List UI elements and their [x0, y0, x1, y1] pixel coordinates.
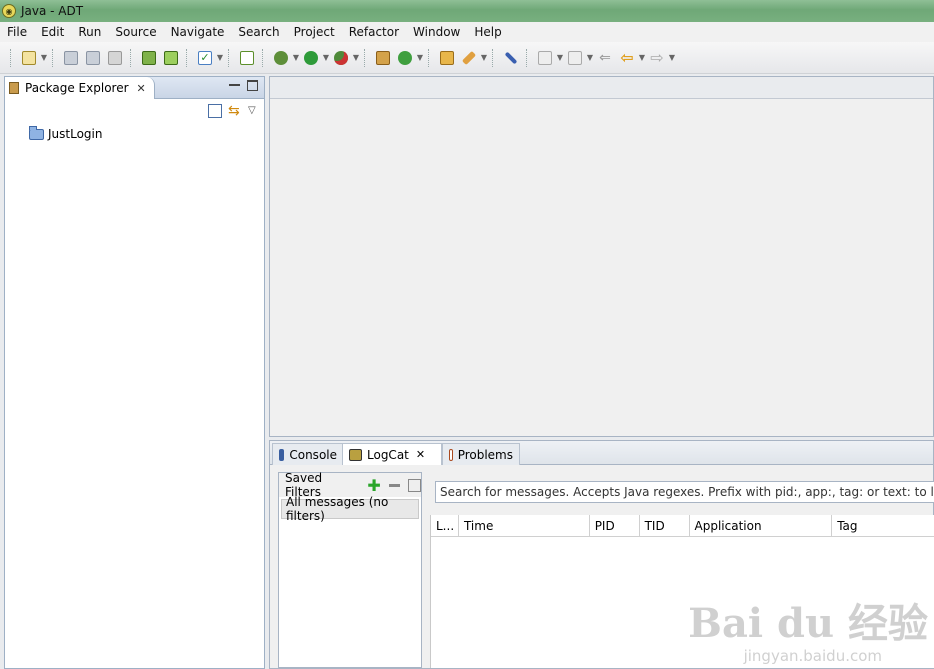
title-bar: ◉ Java - ADT	[0, 0, 934, 22]
logcat-search-input[interactable]: Search for messages. Accepts Java regexe…	[435, 481, 934, 503]
menu-source[interactable]: Source	[108, 22, 163, 42]
run-icon[interactable]	[301, 48, 321, 68]
menu-navigate[interactable]: Navigate	[164, 22, 232, 42]
menu-search[interactable]: Search	[231, 22, 286, 42]
run-dropdown-icon[interactable]: ▼	[322, 48, 330, 68]
next-annotation-icon[interactable]	[535, 48, 555, 68]
menu-edit[interactable]: Edit	[34, 22, 71, 42]
previous-annotation-dropdown-icon[interactable]: ▼	[586, 48, 594, 68]
column-tag[interactable]: Tag	[832, 515, 934, 536]
close-icon[interactable]: ✕	[137, 82, 146, 95]
new-class-dropdown-icon[interactable]: ▼	[416, 48, 424, 68]
column-pid[interactable]: PID	[590, 515, 640, 536]
eclipse-app-icon: ◉	[2, 4, 16, 18]
package-explorer-panel: Package Explorer ✕ ⇆ ▽ JustLogin	[4, 76, 265, 669]
android-avd-manager-icon[interactable]	[161, 48, 181, 68]
forward-icon[interactable]: ⇨	[647, 48, 667, 68]
bottom-tabbar: Console LogCat ✕ Problems	[270, 441, 933, 465]
tab-problems[interactable]: Problems	[442, 443, 520, 465]
editor-area[interactable]	[269, 76, 934, 437]
editor-tabbar	[270, 77, 933, 99]
minimize-icon[interactable]	[229, 80, 240, 86]
menu-bar: File Edit Run Source Navigate Search Pro…	[0, 22, 934, 42]
column-tid[interactable]: TID	[640, 515, 690, 536]
android-sdk-manager-icon[interactable]	[139, 48, 159, 68]
toolbar-grip[interactable]	[10, 48, 14, 67]
new-dropdown-icon[interactable]: ▼	[40, 48, 48, 68]
package-explorer-toolbar: ⇆ ▽	[5, 99, 264, 125]
close-icon[interactable]: ✕	[416, 448, 425, 461]
previous-annotation-icon[interactable]	[565, 48, 585, 68]
search-dropdown-icon[interactable]: ▼	[480, 48, 488, 68]
package-explorer-icon	[9, 82, 19, 94]
open-type-icon[interactable]	[437, 48, 457, 68]
link-with-editor-icon[interactable]: ⇆	[228, 104, 242, 118]
new-java-class-icon[interactable]	[395, 48, 415, 68]
menu-file[interactable]: File	[0, 22, 34, 42]
tab-console[interactable]: Console	[272, 443, 344, 465]
logcat-tab-label: LogCat	[367, 447, 409, 462]
add-filter-icon[interactable]: ✚	[367, 476, 380, 495]
save-icon[interactable]	[61, 48, 81, 68]
menu-project[interactable]: Project	[287, 22, 342, 42]
filter-item-label: All messages (no filters)	[286, 495, 389, 523]
forward-dropdown-icon[interactable]: ▼	[668, 48, 676, 68]
new-wizard-icon[interactable]	[19, 48, 39, 68]
baidu-watermark: Bai du 经验	[688, 600, 928, 647]
new-java-package-icon[interactable]	[373, 48, 393, 68]
back-icon[interactable]: ⇦	[617, 48, 637, 68]
external-tools-icon[interactable]	[331, 48, 351, 68]
console-tab-label: Console	[289, 447, 337, 462]
tree-item-project[interactable]: JustLogin	[29, 125, 103, 141]
baidu-watermark-url: jingyan.baidu.com	[743, 647, 882, 665]
problems-tab-label: Problems	[457, 447, 513, 462]
menu-help[interactable]: Help	[467, 22, 508, 42]
maximize-icon[interactable]	[247, 80, 258, 91]
lint-dropdown-icon[interactable]: ▼	[216, 48, 224, 68]
remove-filter-icon[interactable]	[388, 483, 401, 487]
problems-icon	[449, 448, 453, 461]
debug-icon[interactable]	[271, 48, 291, 68]
project-folder-icon	[29, 125, 44, 140]
saved-filters-panel: Saved Filters ✚ All messages (no filters…	[278, 471, 422, 668]
console-icon	[279, 448, 285, 461]
print-icon[interactable]	[105, 48, 125, 68]
logcat-table-header: L... Time PID TID Application Tag	[431, 515, 934, 537]
menu-window[interactable]: Window	[406, 22, 467, 42]
project-label: JustLogin	[48, 127, 103, 141]
column-level[interactable]: L...	[431, 515, 459, 536]
tab-logcat[interactable]: LogCat ✕	[342, 443, 442, 465]
window-title: Java - ADT	[21, 4, 84, 18]
next-annotation-dropdown-icon[interactable]: ▼	[556, 48, 564, 68]
menu-refactor[interactable]: Refactor	[342, 22, 406, 42]
logcat-icon	[349, 448, 362, 461]
column-application[interactable]: Application	[690, 515, 833, 536]
tab-package-explorer[interactable]: Package Explorer ✕	[5, 77, 155, 99]
lint-check-icon[interactable]: ✓	[195, 48, 215, 68]
menu-run[interactable]: Run	[71, 22, 108, 42]
filter-item-all-messages[interactable]: All messages (no filters)	[281, 495, 419, 523]
column-time[interactable]: Time	[459, 515, 590, 536]
view-menu-icon[interactable]: ▽	[248, 104, 262, 118]
last-edit-location-icon[interactable]: ⇐	[595, 48, 615, 68]
back-dropdown-icon[interactable]: ▼	[638, 48, 646, 68]
edit-filter-icon[interactable]	[408, 478, 421, 492]
debug-dropdown-icon[interactable]: ▼	[292, 48, 300, 68]
package-explorer-tabbar: Package Explorer ✕	[5, 77, 264, 99]
search-icon[interactable]	[459, 48, 479, 68]
toggle-mark-occurrences-icon[interactable]	[501, 48, 521, 68]
collapse-all-icon[interactable]	[208, 104, 222, 118]
save-all-icon[interactable]	[83, 48, 103, 68]
main-toolbar: ▼ ✓ ▼ ▼ ▼ ▼ ▼ ▼ ▼ ▼ ⇐ ⇦ ▼ ⇨ ▼	[0, 42, 934, 74]
saved-filters-header: Saved Filters ✚	[279, 471, 421, 499]
external-tools-dropdown-icon[interactable]: ▼	[352, 48, 360, 68]
new-android-project-icon[interactable]	[237, 48, 257, 68]
package-explorer-tab-label: Package Explorer	[25, 81, 129, 95]
